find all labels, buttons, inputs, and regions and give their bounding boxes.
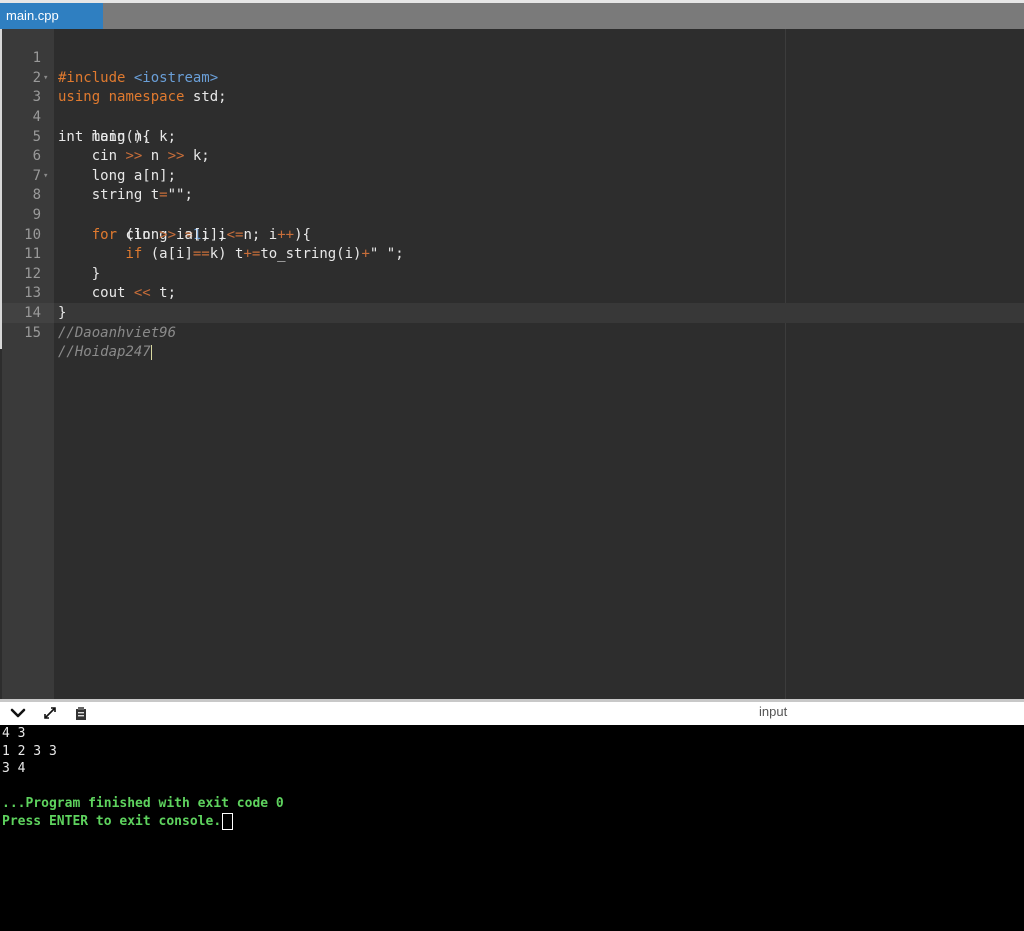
code-line: 14 //Daoanhviet96 bbox=[0, 284, 1024, 341]
code-line: 4 long n, k; bbox=[0, 88, 1024, 145]
code-line: 7 string t=""; bbox=[0, 147, 1024, 204]
input-label[interactable]: input bbox=[759, 704, 787, 719]
code-line: 5 cin >> n >> k; bbox=[0, 108, 1024, 165]
console-line: 3 4 bbox=[2, 761, 26, 776]
console-line: 1 2 3 3 bbox=[2, 743, 57, 759]
console-prompt-text: Press ENTER to exit console. bbox=[2, 813, 222, 829]
code-line: 1 #include <iostream> bbox=[0, 30, 1024, 86]
code-line: 8 ▾ for (long i=1; i<=n; i++){ bbox=[0, 167, 1024, 243]
code-line: 2 using namespace std; bbox=[0, 49, 1024, 106]
code-line: 13 } bbox=[0, 265, 1024, 321]
clipboard-icon[interactable] bbox=[72, 704, 90, 722]
code-line: 11 } bbox=[0, 226, 1024, 282]
code-line: 12 cout << t; bbox=[0, 245, 1024, 302]
console-toolbar: input bbox=[0, 702, 1024, 725]
code-comment: //Hoidap247 bbox=[58, 344, 151, 361]
fold-toggle-icon[interactable]: ▾ bbox=[43, 167, 48, 187]
line-number: 15 bbox=[24, 324, 41, 341]
code-line: 9 cin >> a[i]; bbox=[0, 186, 1024, 243]
terminal-cursor bbox=[222, 812, 234, 830]
output-console[interactable]: 4 3 1 2 3 3 3 4 ...Program finished with… bbox=[0, 725, 1024, 931]
tab-main-cpp[interactable]: main.cpp bbox=[0, 3, 103, 29]
editor-left-edge bbox=[0, 29, 2, 349]
fold-toggle-icon[interactable]: ▾ bbox=[43, 69, 48, 89]
chevron-down-icon[interactable] bbox=[9, 704, 27, 722]
code-line: 10 if (a[i]==k) t+=to_string(i)+" "; bbox=[0, 206, 1024, 263]
text-cursor bbox=[150, 344, 152, 360]
code-line: 15 //Hoidap247 bbox=[0, 304, 1024, 360]
code-editor[interactable]: 1 #include <iostream> 2 using namespace … bbox=[0, 29, 1024, 699]
code-line: 6 long a[n]; bbox=[0, 128, 1024, 184]
expand-icon[interactable] bbox=[41, 704, 59, 722]
file-tab-bar: main.cpp bbox=[0, 3, 1024, 29]
console-exit-message: ...Program finished with exit code 0 bbox=[2, 796, 284, 811]
console-prompt-line: Press ENTER to exit console. bbox=[2, 812, 234, 831]
code-line: 3 ▾ int main(){ bbox=[0, 69, 1024, 145]
code-comment: //Daoanhviet96 bbox=[58, 324, 177, 341]
console-line: 4 3 bbox=[2, 726, 26, 741]
code-text: //Hoidap247 bbox=[58, 343, 152, 363]
